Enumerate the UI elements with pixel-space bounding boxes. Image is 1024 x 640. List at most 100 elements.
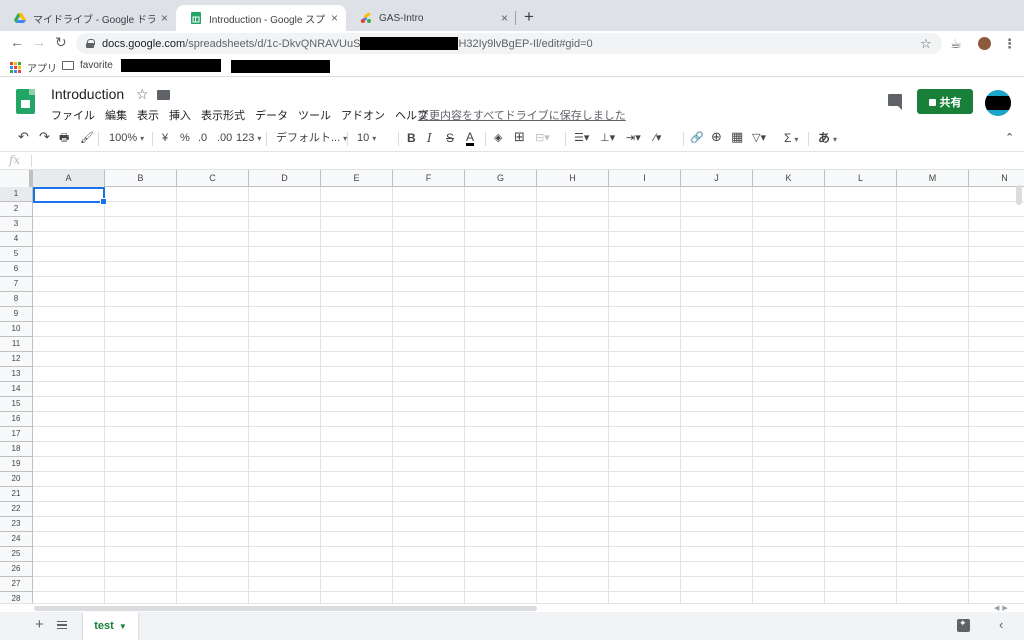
text-rotation-icon[interactable]: ∕▾	[654, 131, 661, 145]
row-header[interactable]: 15	[0, 397, 33, 412]
star-icon[interactable]: ☆	[136, 86, 149, 103]
close-tab-icon[interactable]: ×	[331, 11, 338, 25]
menu-data[interactable]: データ	[255, 107, 288, 123]
row-header[interactable]: 10	[0, 322, 33, 337]
row-header[interactable]: 23	[0, 517, 33, 532]
row-header[interactable]: 1	[0, 187, 33, 202]
print-icon[interactable]: 🖶	[59, 131, 69, 145]
paint-format-icon[interactable]: 🖌	[80, 131, 94, 145]
vertical-scrollbar-thumb[interactable]	[1016, 185, 1022, 205]
zoom-select[interactable]: 100%	[109, 131, 144, 146]
insert-link-icon[interactable]: 🔗	[690, 131, 704, 145]
row-header[interactable]: 24	[0, 532, 33, 547]
fill-color-icon[interactable]: ◈	[494, 131, 502, 145]
reload-icon[interactable]: ↻	[55, 34, 67, 51]
column-header[interactable]: H	[537, 170, 609, 187]
menu-insert[interactable]: 挿入	[169, 107, 191, 123]
column-header[interactable]: L	[825, 170, 897, 187]
menu-addons[interactable]: アドオン	[341, 107, 385, 123]
menu-format[interactable]: 表示形式	[201, 107, 245, 123]
document-title[interactable]: Introduction	[51, 86, 124, 102]
column-header[interactable]: M	[897, 170, 969, 187]
row-header[interactable]: 12	[0, 352, 33, 367]
row-header[interactable]: 22	[0, 502, 33, 517]
row-header[interactable]: 8	[0, 292, 33, 307]
column-header[interactable]: C	[177, 170, 249, 187]
move-folder-icon[interactable]	[157, 90, 170, 100]
filter-icon[interactable]: ▽▾	[752, 131, 766, 145]
row-header[interactable]: 9	[0, 307, 33, 322]
column-header[interactable]: N	[969, 170, 1024, 187]
strikethrough-button[interactable]: S	[446, 131, 454, 145]
borders-icon[interactable]: ⊞	[514, 130, 525, 144]
formula-input[interactable]	[36, 152, 1016, 169]
share-button[interactable]: 共有	[917, 89, 973, 114]
more-formats-select[interactable]: 123	[236, 131, 261, 146]
row-header[interactable]: 25	[0, 547, 33, 562]
column-header[interactable]: D	[249, 170, 321, 187]
explore-icon[interactable]	[957, 618, 970, 632]
row-header[interactable]: 13	[0, 367, 33, 382]
browser-tab-drive[interactable]: マイドライブ - Google ドライブ ×	[0, 5, 176, 31]
horizontal-scrollbar-thumb[interactable]	[34, 606, 537, 611]
cell-area[interactable]	[33, 187, 1024, 603]
text-wrapping-icon[interactable]: ⇥▾	[626, 131, 641, 145]
row-header[interactable]: 11	[0, 337, 33, 352]
more-menu-icon[interactable]: ⋮	[1003, 36, 1016, 52]
currency-button[interactable]: ¥	[162, 131, 168, 145]
functions-button[interactable]: Σ	[784, 131, 798, 147]
row-header[interactable]: 28	[0, 592, 33, 603]
row-header[interactable]: 17	[0, 427, 33, 442]
bookmark-apps[interactable]: アプリ	[10, 60, 57, 75]
menu-view[interactable]: 表示	[137, 107, 159, 123]
column-header[interactable]: E	[321, 170, 393, 187]
extension-icon[interactable]: ☕	[950, 36, 962, 52]
address-bar[interactable]: docs.google.com /spreadsheets/d/1c-DkvQN…	[76, 33, 942, 54]
collapse-menus-icon[interactable]: ⌃	[1005, 131, 1014, 145]
decrease-decimal-button[interactable]: .0	[198, 131, 207, 145]
close-tab-icon[interactable]: ×	[161, 11, 168, 25]
row-header[interactable]: 2	[0, 202, 33, 217]
input-tools-button[interactable]: あ	[818, 131, 837, 147]
browser-tab-gas[interactable]: GAS-Intro ×	[346, 5, 516, 31]
all-sheets-icon[interactable]	[57, 621, 67, 629]
horizontal-align-icon[interactable]: ☰▾	[574, 131, 589, 145]
menu-tools[interactable]: ツール	[298, 107, 331, 123]
merge-cells-icon[interactable]: ⊟▾	[535, 131, 550, 145]
increase-decimal-button[interactable]: .00	[217, 131, 232, 145]
chevron-left-icon[interactable]: ‹	[999, 617, 1003, 632]
comment-history-icon[interactable]	[888, 94, 902, 110]
row-header[interactable]: 5	[0, 247, 33, 262]
row-header[interactable]: 16	[0, 412, 33, 427]
bookmark-favorite[interactable]: favorite	[62, 60, 113, 71]
select-all-corner[interactable]	[0, 170, 33, 187]
percent-button[interactable]: %	[180, 131, 190, 145]
italic-button[interactable]: I	[427, 131, 432, 145]
row-header[interactable]: 26	[0, 562, 33, 577]
column-header[interactable]: G	[465, 170, 537, 187]
bold-button[interactable]: B	[407, 131, 416, 145]
browser-tab-sheets[interactable]: Introduction - Google スプレッ ×	[176, 5, 346, 31]
row-header[interactable]: 27	[0, 577, 33, 592]
row-header[interactable]: 19	[0, 457, 33, 472]
close-tab-icon[interactable]: ×	[501, 11, 508, 25]
add-sheet-button[interactable]: +	[35, 616, 44, 633]
undo-icon[interactable]: ↶	[18, 130, 29, 144]
font-select[interactable]: デフォルト...	[276, 131, 347, 146]
back-icon[interactable]: ←	[10, 34, 24, 50]
text-color-button[interactable]: A	[466, 131, 475, 146]
row-header[interactable]: 21	[0, 487, 33, 502]
vertical-align-icon[interactable]: ⊥▾	[600, 131, 615, 145]
forward-icon[interactable]: →	[32, 34, 46, 50]
menu-edit[interactable]: 編集	[105, 107, 127, 123]
new-tab-button[interactable]: +	[524, 7, 534, 27]
bookmark-star-icon[interactable]: ☆	[920, 36, 932, 52]
account-avatar[interactable]	[985, 90, 1011, 116]
scroll-arrows-icon[interactable]: ◀▶	[994, 604, 1011, 612]
column-header[interactable]: I	[609, 170, 681, 187]
redo-icon[interactable]: ↷	[39, 130, 50, 144]
profile-avatar[interactable]	[978, 37, 991, 50]
column-header[interactable]: A	[33, 170, 105, 187]
row-header[interactable]: 20	[0, 472, 33, 487]
row-header[interactable]: 14	[0, 382, 33, 397]
